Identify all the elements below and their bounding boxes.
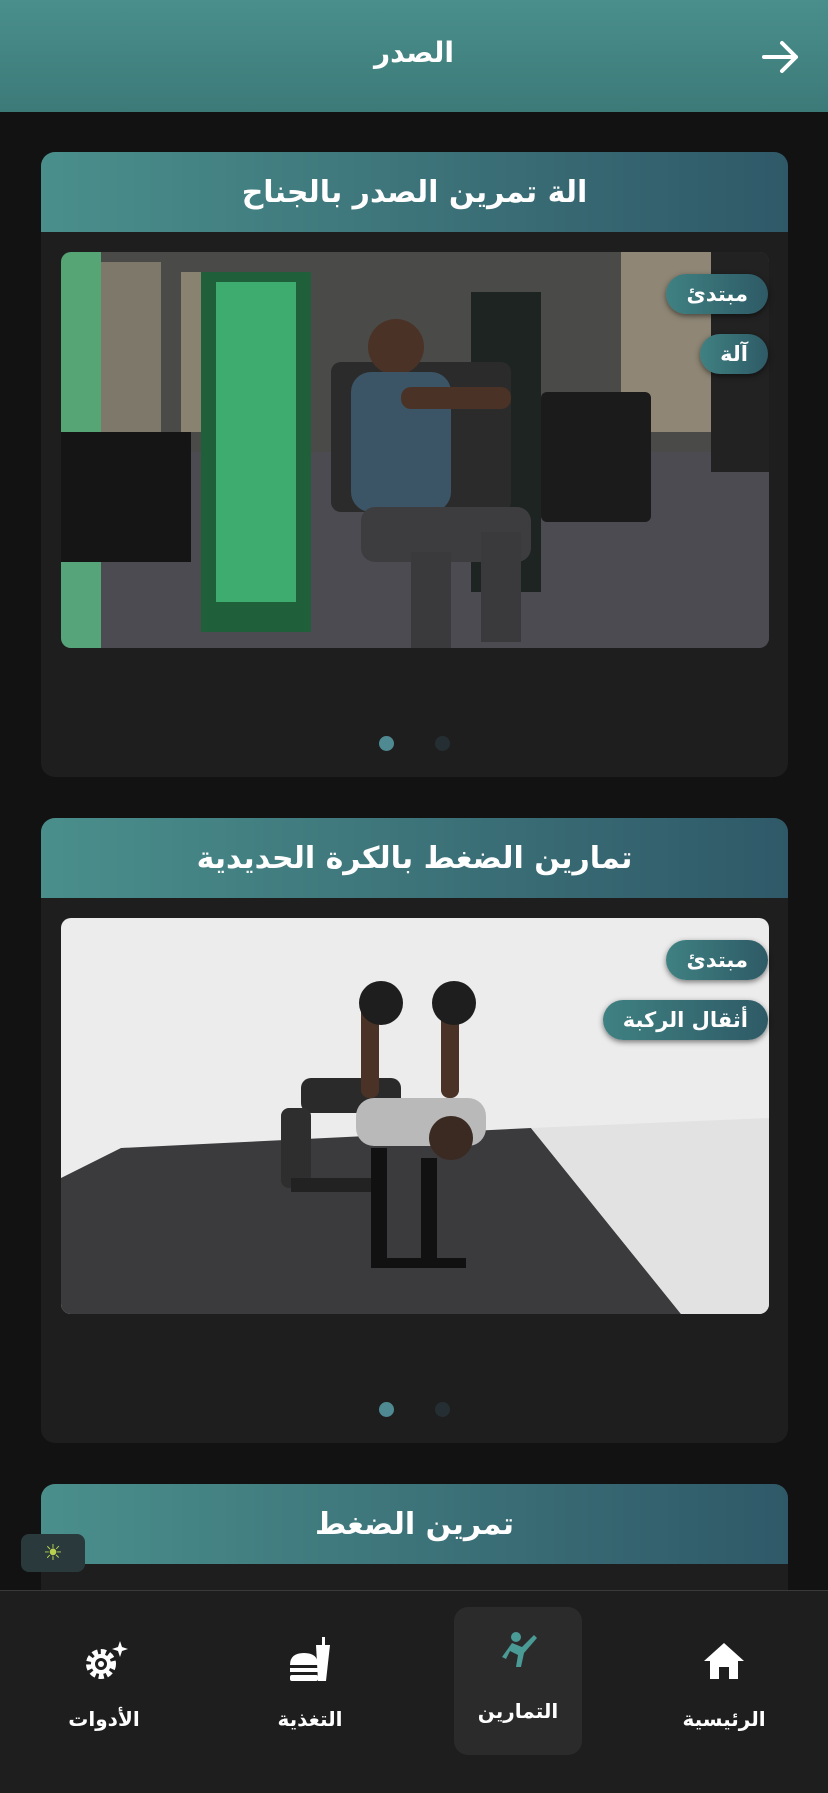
nav-item-workouts[interactable]: التمارين [454,1607,582,1755]
exercise-title: تمرين الضغط [41,1484,788,1564]
carousel-indicator [41,736,788,751]
nav-item-home[interactable]: الرئيسية [660,1607,788,1755]
equipment-tag: أثقال الركبة [602,1000,768,1040]
nav-item-tools[interactable]: الأدوات [40,1607,168,1755]
top-app-bar: الصدر [0,0,828,112]
theme-toggle-button[interactable]: ☀ [21,1534,85,1572]
carousel-dot-active[interactable] [379,736,394,751]
exercise-card[interactable]: تمرين الضغط [41,1484,788,1604]
nav-item-nutrition[interactable]: التغذية [246,1607,374,1755]
martial-arts-icon [502,1632,537,1667]
food-icon [290,1637,330,1681]
sun-icon: ☀ [43,1540,63,1566]
exercise-card[interactable]: الة تمرين الصدر بالجناح مبتدئ آلة [41,152,788,777]
difficulty-tag: مبتدئ [666,274,768,314]
nav-label: التغذية [277,1707,343,1731]
exercise-title: تمارين الضغط بالكرة الحديدية [41,818,788,898]
exercise-image[interactable] [61,252,769,648]
equipment-tag: آلة [700,334,768,374]
carousel-dot[interactable] [435,1402,450,1417]
carousel-dot-active[interactable] [379,1402,394,1417]
nav-label: التمارين [477,1699,559,1723]
back-arrow-icon[interactable] [760,36,802,78]
exercise-card[interactable]: تمارين الضغط بالكرة الحديدية مبتدئ أثقال… [41,818,788,1443]
exercise-title: الة تمرين الصدر بالجناح [41,152,788,232]
exercise-image[interactable] [61,918,769,1314]
nav-label: الأدوات [68,1707,140,1731]
page-title: الصدر [374,36,454,69]
settings-gear-icon [86,1641,128,1679]
bottom-navigation: الرئيسية التمارين التغذية الأدوات [0,1590,828,1793]
difficulty-tag: مبتدئ [666,940,768,980]
carousel-indicator [41,1402,788,1417]
carousel-dot[interactable] [435,736,450,751]
nav-label: الرئيسية [682,1707,766,1731]
home-icon [704,1643,744,1679]
